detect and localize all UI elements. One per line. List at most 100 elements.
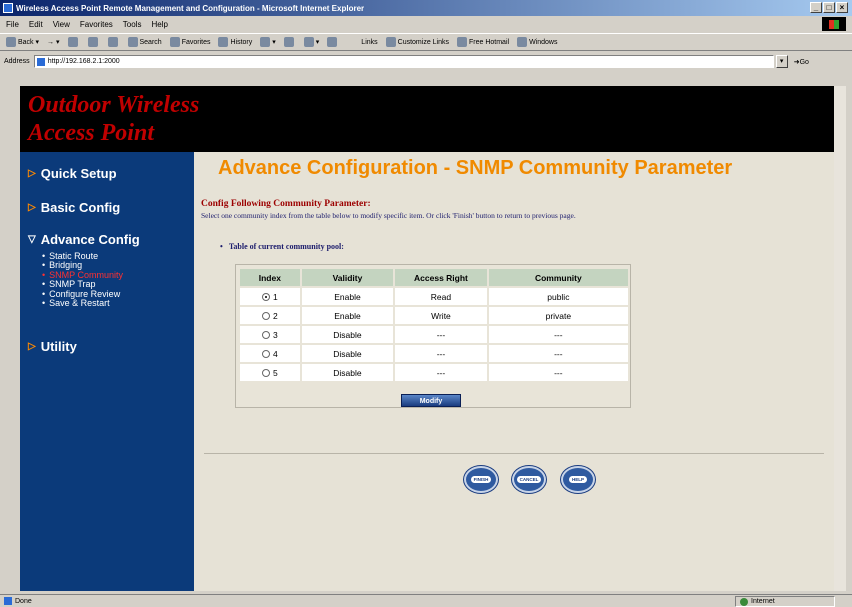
- window-controls: _ □ ×: [810, 2, 848, 13]
- index-radio[interactable]: [261, 312, 270, 321]
- forward-button[interactable]: → ▾: [47, 38, 59, 46]
- cell-access-right: ---: [395, 345, 487, 362]
- nav-save-restart[interactable]: Save & Restart: [42, 298, 123, 308]
- triangle-down-icon: ▽: [28, 234, 36, 245]
- cell-index: 5: [240, 364, 300, 381]
- col-header-validity: Validity: [301, 269, 394, 286]
- finish-button[interactable]: FINISH: [464, 466, 498, 493]
- maximize-button[interactable]: □: [823, 2, 835, 13]
- menu-help[interactable]: Help: [151, 20, 167, 29]
- vertical-scrollbar[interactable]: [834, 86, 846, 591]
- edit-button[interactable]: ▾: [303, 37, 319, 47]
- discuss-icon: [327, 37, 338, 47]
- search-button[interactable]: Search: [127, 37, 162, 47]
- menu-edit[interactable]: Edit: [29, 20, 43, 29]
- refresh-button[interactable]: [87, 37, 100, 47]
- index-radio[interactable]: [261, 369, 270, 378]
- page-icon: [36, 57, 45, 66]
- cell-validity: Disable: [301, 345, 394, 362]
- address-dropdown-button[interactable]: ▾: [775, 55, 788, 68]
- community-table: Index Validity Access Right Community 1E…: [238, 267, 630, 383]
- favorites-button[interactable]: Favorites: [169, 37, 210, 47]
- status-text: Done: [15, 597, 32, 605]
- cell-validity: Enable: [301, 307, 394, 324]
- cell-index: 4: [240, 345, 300, 362]
- banner: Outdoor Wireless Access Point: [20, 86, 834, 152]
- sidebar: ▷ Quick Setup ▷ Basic Config ▽ Advance Conf…: [20, 152, 194, 591]
- address-label: Address: [4, 58, 30, 65]
- security-zone: Internet: [735, 596, 835, 607]
- table-row: 5 Disable --- ---: [240, 364, 628, 381]
- menu-tools[interactable]: Tools: [123, 20, 142, 29]
- minimize-button[interactable]: _: [810, 2, 822, 13]
- edit-icon: [303, 37, 314, 47]
- cell-community: public: [488, 288, 628, 305]
- cell-index: 1: [240, 288, 300, 305]
- advance-config-submenu: Static Route Bridging SNMP Community SNM…: [42, 251, 123, 308]
- page-done-icon: [4, 597, 12, 605]
- refresh-icon: [87, 37, 98, 47]
- search-icon: [127, 37, 138, 47]
- customize-links-link[interactable]: Customize Links: [385, 37, 449, 47]
- menu-file[interactable]: File: [6, 20, 19, 29]
- back-arrow-icon: [6, 37, 16, 47]
- table-body: 1 Enable Read public 2 Enable Write private 3 Dis…: [240, 288, 628, 381]
- cell-access-right: ---: [395, 326, 487, 343]
- free-hotmail-link[interactable]: Free Hotmail: [457, 37, 509, 47]
- address-input[interactable]: http://192.168.2.1:2000: [33, 55, 774, 68]
- triangle-right-icon: ▷: [28, 202, 36, 213]
- print-button[interactable]: [283, 37, 296, 47]
- table-row: 1 Enable Read public: [240, 288, 628, 305]
- print-icon: [283, 37, 294, 47]
- cell-validity: Enable: [301, 288, 394, 305]
- table-row: 2 Enable Write private: [240, 307, 628, 324]
- cell-validity: Disable: [301, 364, 394, 381]
- cell-access-right: ---: [395, 364, 487, 381]
- home-icon: [107, 37, 118, 47]
- globe-icon: [740, 597, 748, 606]
- modify-button[interactable]: Modify: [401, 394, 461, 407]
- cancel-button[interactable]: CANCEL: [512, 466, 546, 493]
- menu-bar: File Edit View Favorites Tools Help: [0, 17, 852, 31]
- community-table-panel: Index Validity Access Right Community 1E…: [235, 264, 631, 408]
- link-page-icon: [385, 37, 396, 47]
- go-button[interactable]: ➜Go: [794, 58, 809, 66]
- nav-basic-config[interactable]: ▷ Basic Config: [28, 200, 120, 215]
- back-button[interactable]: Back ▾: [6, 37, 39, 47]
- link-page-icon: [517, 37, 528, 47]
- table-caption: Table of current community pool:: [220, 242, 344, 251]
- col-header-community: Community: [488, 269, 628, 286]
- help-button[interactable]: HELP: [561, 466, 595, 493]
- history-button[interactable]: History: [218, 37, 252, 47]
- cell-validity: Disable: [301, 326, 394, 343]
- nav-quick-setup[interactable]: ▷ Quick Setup: [28, 166, 117, 181]
- index-radio[interactable]: [261, 293, 270, 302]
- nav-utility[interactable]: ▷ Utility: [28, 339, 77, 354]
- history-icon: [218, 37, 229, 47]
- links-label: Links: [361, 38, 378, 46]
- mail-icon: [260, 37, 271, 47]
- mail-button[interactable]: ▾: [260, 37, 276, 47]
- nav-advance-config[interactable]: ▽ Advance Config: [28, 232, 140, 247]
- index-radio[interactable]: [261, 350, 270, 359]
- cell-access-right: Write: [395, 307, 487, 324]
- home-button[interactable]: [107, 37, 120, 47]
- triangle-right-icon: ▷: [28, 168, 36, 179]
- windows-link[interactable]: Windows: [517, 37, 557, 47]
- windows-logo-icon: [822, 17, 846, 31]
- stop-button[interactable]: [67, 37, 80, 47]
- triangle-right-icon: ▷: [28, 341, 36, 352]
- divider: [204, 453, 824, 454]
- cell-index: 2: [240, 307, 300, 324]
- link-page-icon: [457, 37, 467, 47]
- menu-favorites[interactable]: Favorites: [80, 20, 113, 29]
- index-radio[interactable]: [261, 331, 270, 340]
- menu-view[interactable]: View: [53, 20, 70, 29]
- table-row: 4 Disable --- ---: [240, 345, 628, 362]
- cell-community: ---: [488, 345, 628, 362]
- close-button[interactable]: ×: [836, 2, 848, 13]
- section-heading: Config Following Community Parameter:: [201, 199, 371, 209]
- discuss-button[interactable]: [327, 37, 339, 47]
- col-header-index: Index: [240, 269, 300, 286]
- cell-community: ---: [488, 364, 628, 381]
